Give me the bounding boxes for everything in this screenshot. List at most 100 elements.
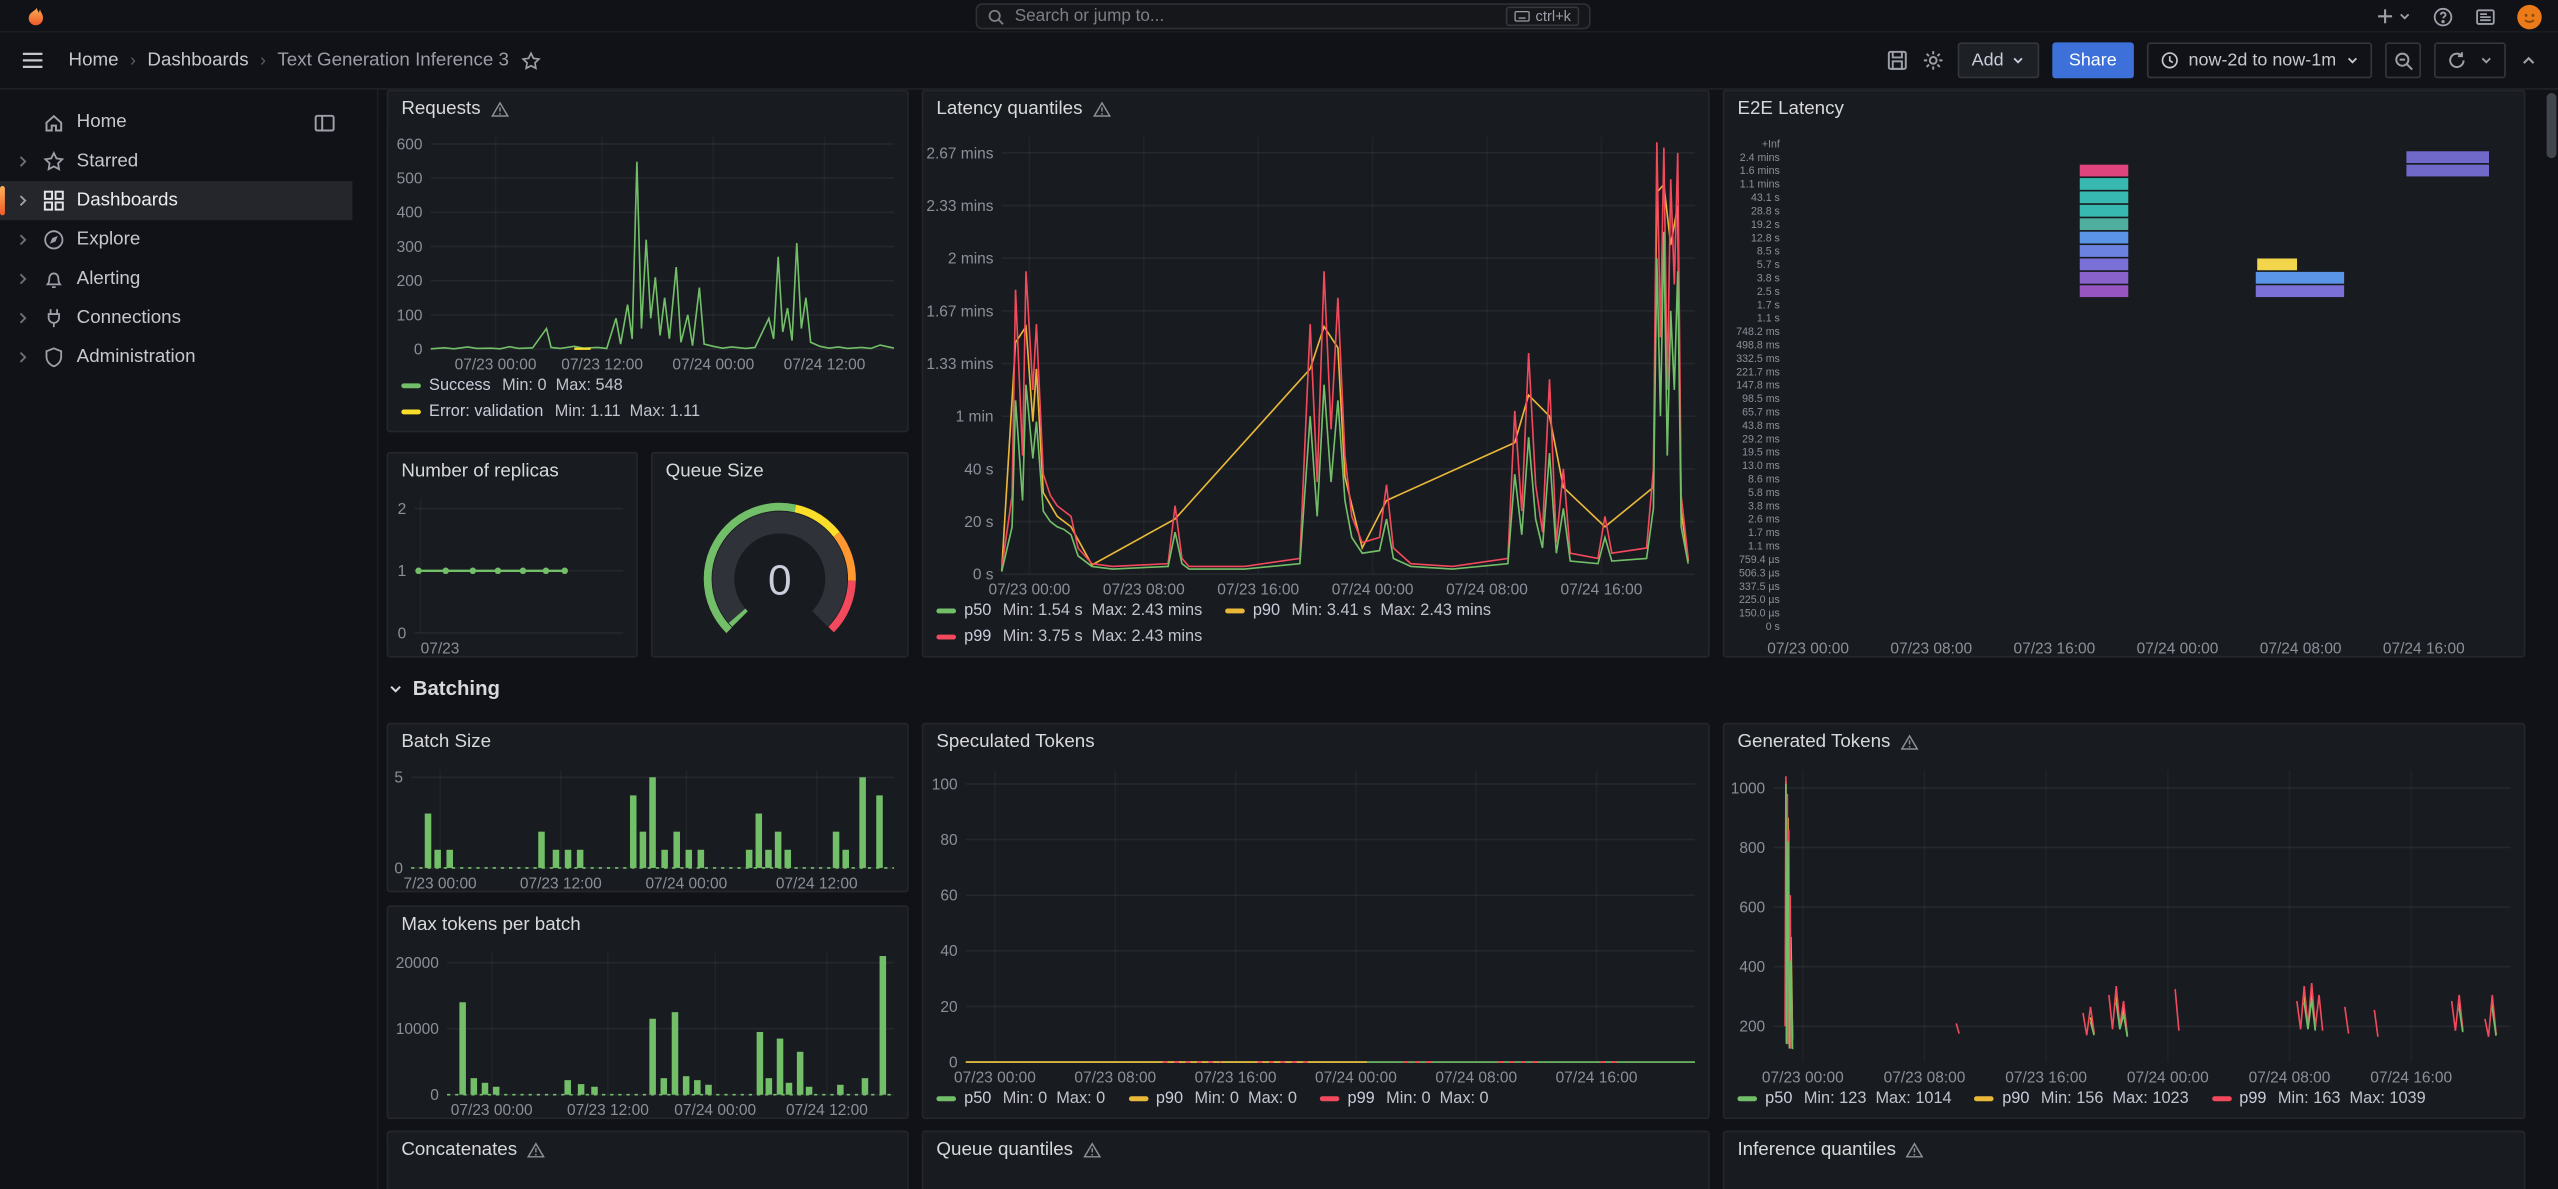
save-dashboard-button[interactable] bbox=[1885, 49, 1908, 72]
time-range-picker[interactable]: now-2d to now-1m bbox=[2146, 42, 2373, 79]
svg-text:07/24 16:00: 07/24 16:00 bbox=[2370, 1069, 2452, 1084]
svg-text:2 mins: 2 mins bbox=[948, 251, 994, 268]
panel-header[interactable]: Max tokens per batch bbox=[388, 907, 907, 943]
page-scrollbar[interactable] bbox=[2546, 92, 2557, 1186]
speculated-tokens-chart[interactable]: 100 80 60 40 20 0 07/23 00:00 07/23 08:00 07/23 … bbox=[923, 760, 1708, 1085]
panel-header[interactable]: Inference quantiles bbox=[1724, 1132, 2523, 1168]
refresh-interval-caret-icon[interactable] bbox=[2480, 54, 2493, 67]
menu-toggle-button[interactable] bbox=[20, 49, 46, 72]
latency-chart[interactable]: 2.67 mins 2.33 mins 2 mins 1.67 mins 1.33 mi… bbox=[923, 127, 1708, 597]
chevron-right-icon[interactable] bbox=[13, 193, 33, 209]
collapse-controls-button[interactable] bbox=[2519, 51, 2539, 71]
panel-header[interactable]: Requests bbox=[388, 91, 907, 127]
news-button[interactable] bbox=[2475, 6, 2496, 27]
svg-text:07/24 12:00: 07/24 12:00 bbox=[786, 1102, 868, 1117]
sidebar-item-explore[interactable]: Explore bbox=[0, 220, 352, 259]
panel-header[interactable]: Number of replicas bbox=[388, 454, 636, 490]
svg-text:07/23 00:00: 07/23 00:00 bbox=[455, 357, 537, 372]
legend-item[interactable]: p99 Min: 163 Max: 1039 bbox=[2211, 1087, 2426, 1111]
legend-item[interactable]: Success Min: 0 Max: 548 bbox=[401, 374, 623, 398]
panel-header[interactable]: Queue quantiles bbox=[923, 1132, 1708, 1168]
requests-chart[interactable]: 600 500 400 300 200 100 0 07/23 00:00 07/23 12:0… bbox=[388, 127, 907, 372]
svg-text:07/23 16:00: 07/23 16:00 bbox=[2005, 1069, 2087, 1084]
user-avatar[interactable] bbox=[2517, 4, 2542, 29]
sidebar-item-dashboards[interactable]: Dashboards bbox=[0, 181, 353, 221]
svg-text:13.0 ms: 13.0 ms bbox=[1742, 460, 1780, 472]
svg-text:225.0 µs: 225.0 µs bbox=[1739, 594, 1780, 606]
panel-requests: Requests 600 500 400 300 200 100 0 07/23 00:00 0… bbox=[386, 89, 909, 433]
legend-item[interactable]: p50 Min: 0 Max: 0 bbox=[936, 1087, 1105, 1111]
batch-size-chart[interactable]: 5 0 7/23 00:00 07/23 12:00 07/24 00:00 07/24 … bbox=[388, 760, 907, 891]
legend-item[interactable]: Error: validation Min: 1.11 Max: 1.11 bbox=[401, 400, 700, 424]
panel-header[interactable]: Speculated Tokens bbox=[923, 724, 1708, 760]
legend-swatch bbox=[1319, 1096, 1340, 1102]
svg-text:28.8 s: 28.8 s bbox=[1751, 205, 1780, 217]
svg-text:500: 500 bbox=[397, 171, 423, 188]
chevron-right-icon[interactable] bbox=[13, 153, 33, 169]
legend-item[interactable]: p50 Min: 1.54 s Max: 2.43 mins bbox=[936, 599, 1202, 623]
legend-item[interactable]: p90 Min: 156 Max: 1023 bbox=[1974, 1087, 2189, 1111]
new-button[interactable] bbox=[2375, 7, 2411, 27]
svg-text:43.8 ms: 43.8 ms bbox=[1742, 420, 1780, 432]
search-bar[interactable]: ctrl+k bbox=[975, 3, 1591, 30]
inference-quantiles-chart[interactable] bbox=[1724, 1168, 2523, 1189]
chevron-right-icon[interactable] bbox=[13, 349, 33, 365]
panel-title: Batch Size bbox=[401, 732, 492, 753]
panel-header[interactable]: E2E Latency bbox=[1724, 91, 2523, 127]
chevron-right-icon[interactable] bbox=[13, 310, 33, 326]
panel-header[interactable]: Queue Size bbox=[653, 454, 907, 490]
breadcrumb-dashboards[interactable]: Dashboards bbox=[147, 51, 248, 71]
generated-tokens-chart[interactable]: 1000 800 600 400 200 07/23 00:00 07/23 08:00 07… bbox=[1724, 760, 2523, 1085]
sidebar-item-connections[interactable]: Connections bbox=[0, 299, 352, 338]
sidebar-item-home[interactable]: Home bbox=[0, 103, 352, 142]
replicas-chart[interactable]: 2 1 0 07/23 bbox=[388, 489, 636, 656]
warning-icon bbox=[1900, 734, 1919, 750]
search-input[interactable] bbox=[1014, 6, 1497, 27]
panel-header[interactable]: Generated Tokens bbox=[1724, 724, 2523, 760]
section-header-batching[interactable]: Batching bbox=[387, 677, 500, 700]
svg-text:1.1 mins: 1.1 mins bbox=[1740, 179, 1780, 191]
queue-quantiles-chart[interactable] bbox=[923, 1168, 1708, 1189]
sidebar-item-label: Connections bbox=[76, 308, 181, 328]
legend-item[interactable]: p50 Min: 123 Max: 1014 bbox=[1737, 1087, 1952, 1111]
dashboard-settings-button[interactable] bbox=[1921, 49, 1944, 72]
add-button[interactable]: Add bbox=[1956, 42, 2040, 79]
zoom-out-button[interactable] bbox=[2385, 42, 2421, 79]
svg-text:2.4 mins: 2.4 mins bbox=[1740, 152, 1780, 164]
grafana-logo[interactable] bbox=[23, 5, 46, 28]
dock-menu-icon[interactable] bbox=[313, 112, 336, 133]
svg-text:07/23 16:00: 07/23 16:00 bbox=[1217, 582, 1299, 597]
sidebar-item-starred[interactable]: Starred bbox=[0, 142, 352, 181]
panel-generated-tokens: Generated Tokens 1000 800 600 400 200 07/23 0… bbox=[1722, 722, 2526, 1120]
chevron-right-icon[interactable] bbox=[13, 232, 33, 248]
share-button[interactable]: Share bbox=[2052, 42, 2134, 79]
favorite-star-icon[interactable] bbox=[520, 50, 541, 71]
legend-item[interactable]: p99 Min: 0 Max: 0 bbox=[1319, 1087, 1489, 1111]
queue-size-gauge[interactable]: 0 bbox=[653, 489, 907, 655]
panel-header[interactable]: Batch Size bbox=[388, 724, 907, 760]
legend-item[interactable]: p90 Min: 0 Max: 0 bbox=[1128, 1087, 1297, 1111]
e2e-heatmap[interactable]: +Inf 2.4 mins 1.6 mins 1.1 mins 43.1 s 28.8 s… bbox=[1724, 127, 2523, 656]
panel-header[interactable]: Latency quantiles bbox=[923, 91, 1708, 127]
chevron-right-icon[interactable] bbox=[13, 271, 33, 287]
legend-item[interactable]: p90 Min: 3.41 s Max: 2.43 mins bbox=[1225, 599, 1491, 623]
refresh-icon[interactable] bbox=[2447, 51, 2467, 71]
svg-text:07/24 00:00: 07/24 00:00 bbox=[1332, 582, 1414, 597]
svg-text:7/23 00:00: 7/23 00:00 bbox=[403, 875, 476, 890]
sidebar-item-administration[interactable]: Administration bbox=[0, 338, 352, 377]
svg-text:748.2 ms: 748.2 ms bbox=[1736, 326, 1780, 338]
max-tokens-chart[interactable]: 20000 10000 0 07/23 00:00 07/23 12:00 07/24 0… bbox=[388, 943, 907, 1118]
concatenates-chart[interactable] bbox=[388, 1168, 907, 1189]
sidebar-item-alerting[interactable]: Alerting bbox=[0, 259, 352, 298]
svg-text:07/23 00:00: 07/23 00:00 bbox=[954, 1069, 1036, 1084]
panel-header[interactable]: Concatenates bbox=[388, 1132, 907, 1168]
svg-text:0: 0 bbox=[398, 625, 407, 642]
svg-text:07/23 12:00: 07/23 12:00 bbox=[567, 1102, 649, 1117]
scrollbar-thumb[interactable] bbox=[2546, 92, 2557, 159]
svg-text:0 s: 0 s bbox=[1766, 621, 1780, 633]
svg-text:5.7 s: 5.7 s bbox=[1757, 259, 1780, 271]
help-button[interactable] bbox=[2432, 6, 2453, 27]
shield-icon bbox=[42, 346, 66, 369]
breadcrumb-home[interactable]: Home bbox=[69, 51, 119, 71]
legend-item[interactable]: p99 Min: 3.75 s Max: 2.43 mins bbox=[936, 625, 1202, 649]
